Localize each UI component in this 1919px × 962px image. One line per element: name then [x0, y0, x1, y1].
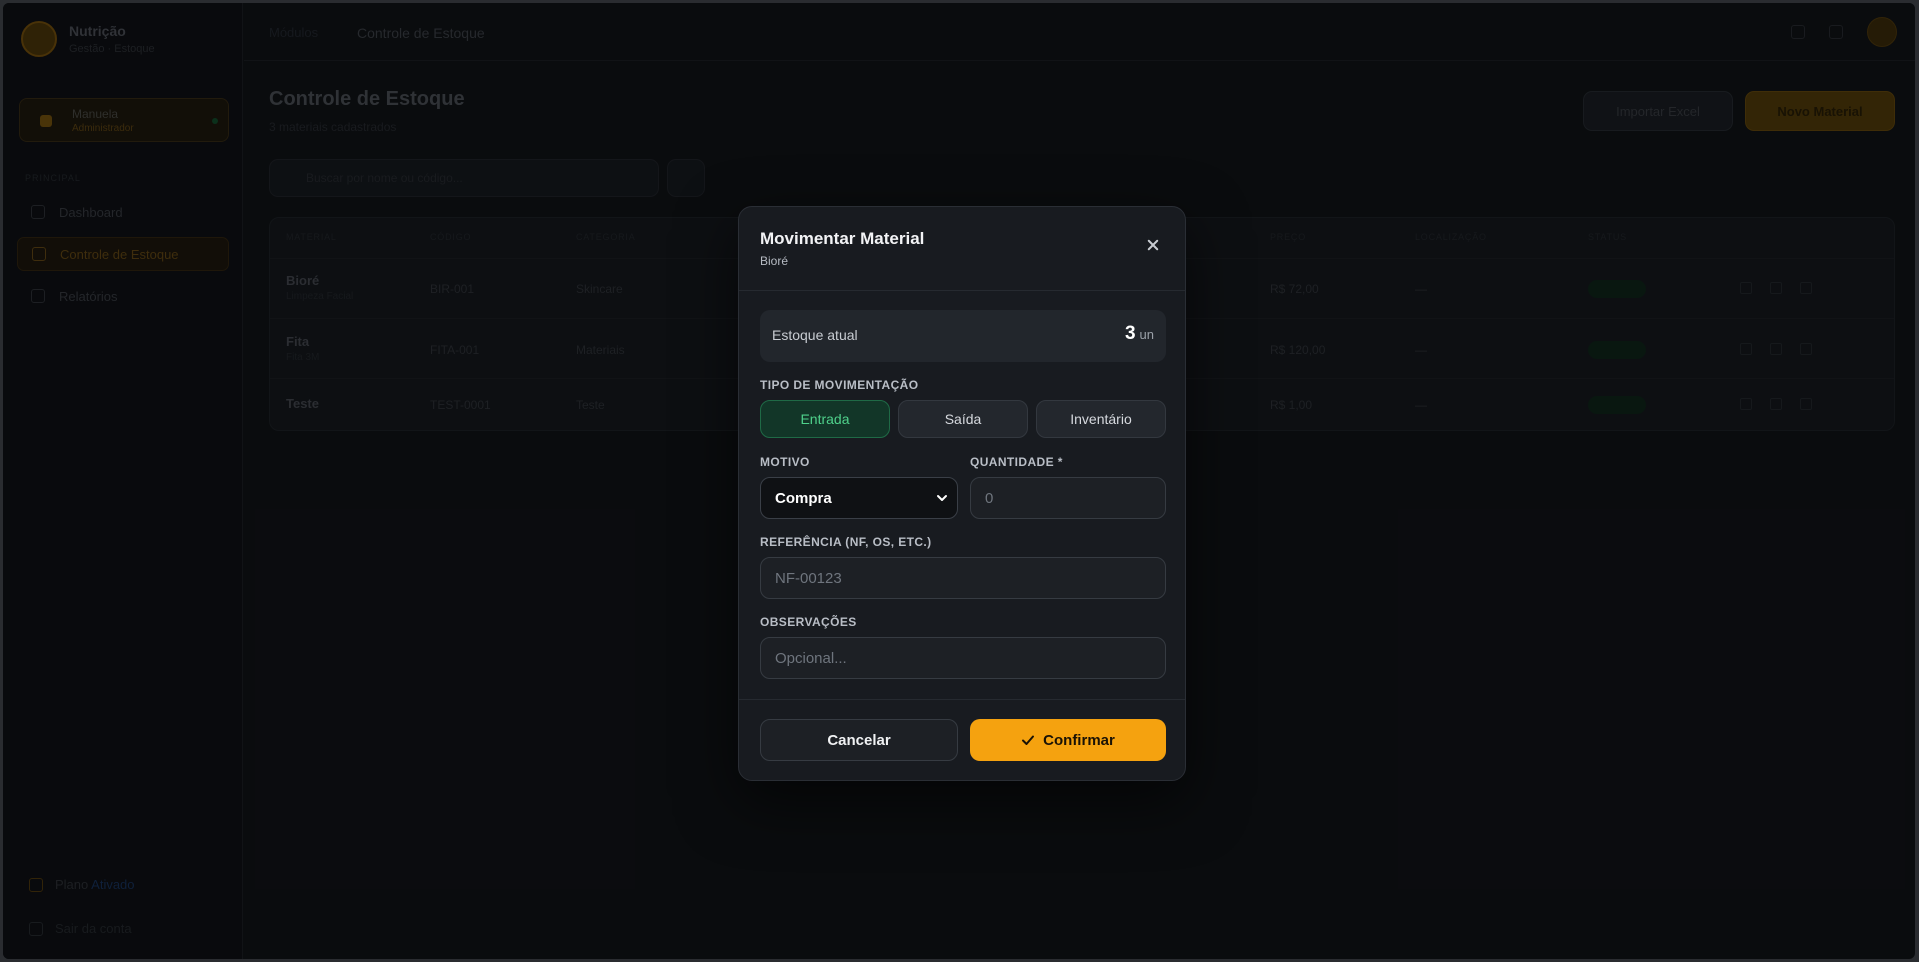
stock-unit: un [1139, 327, 1154, 342]
cancel-button[interactable]: Cancelar [760, 719, 958, 761]
type-inventario-button[interactable]: Inventário [1036, 400, 1166, 438]
movement-modal: Movimentar Material Bioré Estoque atual … [738, 206, 1186, 781]
notes-input[interactable]: Opcional... [760, 637, 1166, 679]
current-stock-card: Estoque atual 3 un [760, 310, 1166, 362]
type-saida-button[interactable]: Saída [898, 400, 1028, 438]
reason-select[interactable]: Compra [760, 477, 958, 519]
stock-value-group: 3 un [1125, 323, 1154, 345]
chevron-down-icon [937, 495, 947, 501]
check-icon [1022, 735, 1035, 745]
reference-label: REFERÊNCIA (NF, OS, ETC.) [760, 535, 932, 549]
modal-header: Movimentar Material Bioré [739, 207, 1185, 291]
movement-type-label: TIPO DE MOVIMENTAÇÃO [760, 378, 919, 392]
stock-label: Estoque atual [772, 327, 858, 343]
footer-divider [739, 699, 1185, 700]
quantity-input[interactable]: 0 [970, 477, 1166, 519]
quantity-label: QUANTIDADE * [970, 455, 1063, 469]
reference-placeholder: NF-00123 [775, 569, 842, 587]
stock-value: 3 [1124, 323, 1136, 344]
reason-selected-value: Compra [775, 489, 832, 507]
modal-title: Movimentar Material [760, 229, 925, 248]
confirm-button[interactable]: Confirmar [970, 719, 1166, 761]
quantity-placeholder: 0 [985, 489, 994, 507]
type-entrada-button[interactable]: Entrada [760, 400, 890, 438]
modal-subtitle: Bioré [760, 254, 789, 268]
reference-input[interactable]: NF-00123 [760, 557, 1166, 599]
reason-label: MOTIVO [760, 455, 810, 469]
confirm-label: Confirmar [1043, 731, 1115, 749]
notes-placeholder: Opcional... [775, 649, 847, 667]
app-window: Nutrição Gestão · Estoque Manuela Admini… [3, 3, 1915, 959]
close-icon[interactable] [1145, 237, 1161, 253]
notes-label: OBSERVAÇÕES [760, 615, 857, 629]
